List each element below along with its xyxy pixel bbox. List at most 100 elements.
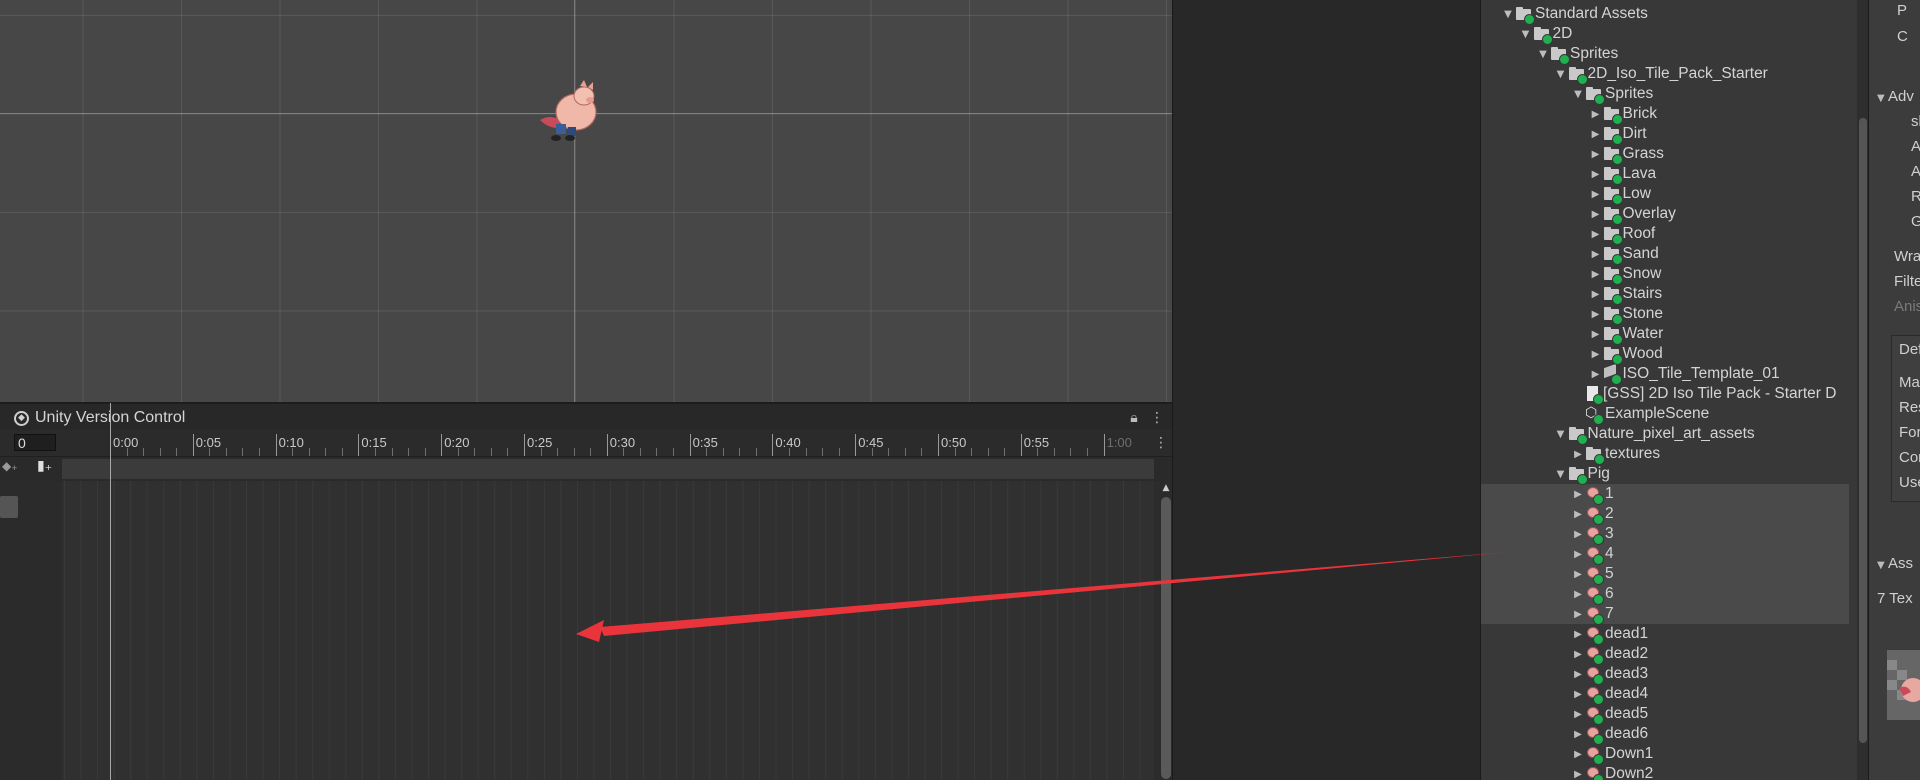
- tree-item[interactable]: ▶ ISO_Tile_Template_01: [1589, 363, 1780, 385]
- collapsed-arrow-icon[interactable]: ▶: [1571, 749, 1585, 760]
- add-property-button[interactable]: [0, 496, 18, 518]
- tree-item[interactable]: ▼ 2D_Iso_Tile_Pack_Starter: [1554, 64, 1768, 85]
- expanded-arrow-icon[interactable]: ▼: [1536, 49, 1550, 60]
- tree-item[interactable]: ▶ Down1: [1571, 744, 1653, 765]
- tree-item[interactable]: ▼ Pig: [1554, 464, 1610, 485]
- collapsed-arrow-icon[interactable]: ▶: [1571, 449, 1585, 460]
- tree-item[interactable]: ▶ 3: [1571, 524, 1614, 545]
- collapsed-arrow-icon[interactable]: ▶: [1571, 569, 1585, 580]
- expanded-arrow-icon[interactable]: ▼: [1519, 29, 1533, 40]
- add-event-icon[interactable]: ▮₊: [37, 458, 52, 474]
- dopesheet-area[interactable]: [62, 403, 1154, 780]
- collapsed-arrow-icon[interactable]: ▶: [1589, 109, 1603, 120]
- tree-item[interactable]: ▶ Lava: [1589, 164, 1656, 185]
- tree-item[interactable]: ▶ Sand: [1589, 244, 1659, 265]
- collapsed-arrow-icon[interactable]: ▶: [1571, 609, 1585, 620]
- kebab-menu-icon[interactable]: ⋮: [1148, 408, 1166, 428]
- version-control-tab[interactable]: ◆ Unity Version Control: [14, 404, 185, 432]
- tree-item[interactable]: ▶ Dirt: [1589, 124, 1647, 145]
- texture-preview[interactable]: [1887, 650, 1920, 720]
- tree-item[interactable]: ▶ 4: [1571, 544, 1614, 565]
- tree-item[interactable]: ▶ Snow: [1589, 264, 1661, 285]
- collapsed-arrow-icon[interactable]: ▶: [1571, 529, 1585, 540]
- collapsed-arrow-icon[interactable]: ▶: [1571, 669, 1585, 680]
- collapsed-arrow-icon[interactable]: ▶: [1589, 149, 1603, 160]
- tree-item[interactable]: ▼ Nature_pixel_art_assets: [1554, 424, 1755, 445]
- collapsed-arrow-icon[interactable]: ▶: [1589, 269, 1603, 280]
- lock-icon[interactable]: 🔒︎: [1125, 408, 1143, 428]
- tree-item-label: Stairs: [1622, 285, 1663, 302]
- timeline-menu-icon[interactable]: ⋮: [1152, 433, 1170, 453]
- tree-item[interactable]: ▶ 7: [1571, 604, 1614, 625]
- tree-item[interactable]: ▶ 6: [1571, 584, 1614, 605]
- tree-item[interactable]: ▶ dead3: [1571, 664, 1648, 685]
- scene-view[interactable]: [0, 0, 1172, 402]
- tree-item[interactable]: ▶ 1: [1571, 484, 1614, 505]
- keyframe-lane[interactable]: [62, 459, 1154, 479]
- default-tab[interactable]: Def: [1899, 341, 1920, 358]
- tree-item[interactable]: ▶ Brick: [1589, 104, 1657, 125]
- tree-item[interactable]: ▶ Low: [1589, 184, 1651, 205]
- tree-item-label: Standard Assets: [1535, 5, 1648, 22]
- tree-item[interactable]: ▶ dead4: [1571, 684, 1648, 705]
- tree-item[interactable]: ▶ Wood: [1589, 344, 1663, 365]
- collapsed-arrow-icon[interactable]: ▶: [1589, 289, 1603, 300]
- collapsed-arrow-icon[interactable]: ▶: [1589, 329, 1603, 340]
- collapsed-arrow-icon[interactable]: ▶: [1571, 509, 1585, 520]
- tree-item[interactable]: ▶ dead1: [1571, 624, 1648, 645]
- tree-item[interactable]: ▶ Roof: [1589, 224, 1655, 245]
- expanded-arrow-icon[interactable]: ▼: [1554, 469, 1568, 480]
- tree-item[interactable]: ▼ Sprites: [1571, 84, 1653, 105]
- tree-item[interactable]: ▶ Grass: [1589, 144, 1664, 165]
- playhead[interactable]: [110, 403, 111, 780]
- tree-item[interactable]: ▶ Overlay: [1589, 204, 1676, 225]
- expanded-arrow-icon[interactable]: ▼: [1501, 9, 1515, 20]
- collapsed-arrow-icon[interactable]: ▶: [1571, 549, 1585, 560]
- collapsed-arrow-icon[interactable]: ▶: [1589, 309, 1603, 320]
- tree-item[interactable]: [GSS] 2D Iso Tile Pack - Starter D: [1571, 384, 1836, 405]
- tree-item[interactable]: ▶ 5: [1571, 564, 1614, 585]
- collapsed-arrow-icon[interactable]: ▶: [1589, 209, 1603, 220]
- collapsed-arrow-icon[interactable]: ▶: [1571, 709, 1585, 720]
- tree-item[interactable]: ▶ Stone: [1589, 304, 1663, 325]
- collapsed-arrow-icon[interactable]: ▶: [1589, 229, 1603, 240]
- dopesheet-scrollbar[interactable]: ▲: [1160, 481, 1172, 780]
- collapsed-arrow-icon[interactable]: ▶: [1571, 589, 1585, 600]
- advanced-foldout[interactable]: ▼ Adv: [1877, 88, 1914, 105]
- scroll-up-icon[interactable]: ▲: [1160, 483, 1172, 495]
- tree-item[interactable]: ▼ 2D: [1519, 24, 1572, 45]
- frame-input[interactable]: 0: [14, 434, 56, 451]
- tree-item[interactable]: ⬡ ExampleScene: [1571, 404, 1709, 425]
- collapsed-arrow-icon[interactable]: ▶: [1589, 249, 1603, 260]
- tree-item[interactable]: ▶ textures: [1571, 444, 1660, 465]
- project-scrollbar-thumb[interactable]: [1859, 118, 1867, 743]
- collapsed-arrow-icon[interactable]: ▶: [1571, 729, 1585, 740]
- tree-item[interactable]: ▶ dead5: [1571, 704, 1648, 725]
- expanded-arrow-icon[interactable]: ▼: [1571, 89, 1585, 100]
- collapsed-arrow-icon[interactable]: ▶: [1571, 689, 1585, 700]
- scrollbar-thumb[interactable]: [1161, 497, 1171, 779]
- tree-item[interactable]: ▼ Sprites: [1536, 44, 1618, 65]
- collapsed-arrow-icon[interactable]: ▶: [1571, 489, 1585, 500]
- collapsed-arrow-icon[interactable]: ▶: [1571, 769, 1585, 780]
- pig-sprite[interactable]: [536, 78, 616, 148]
- expanded-arrow-icon[interactable]: ▼: [1554, 429, 1568, 440]
- collapsed-arrow-icon[interactable]: ▶: [1589, 189, 1603, 200]
- tree-item[interactable]: ▼ Standard Assets: [1501, 4, 1648, 25]
- assets-foldout[interactable]: ▼ Ass: [1877, 555, 1913, 572]
- expanded-arrow-icon[interactable]: ▼: [1554, 69, 1568, 80]
- timeline-ruler[interactable]: 0:00 0:05 0:10 0:15 0:20 0:25 0:30 0:35 0:40 0:45…: [110, 430, 1160, 456]
- collapsed-arrow-icon[interactable]: ▶: [1589, 129, 1603, 140]
- tree-item[interactable]: ▶ dead6: [1571, 724, 1648, 745]
- tree-item[interactable]: ▶ Water: [1589, 324, 1663, 345]
- tree-item[interactable]: ▶ dead2: [1571, 644, 1648, 665]
- collapsed-arrow-icon[interactable]: ▶: [1589, 369, 1603, 380]
- tree-item[interactable]: ▶ 2: [1571, 504, 1614, 525]
- collapsed-arrow-icon[interactable]: ▶: [1571, 649, 1585, 660]
- collapsed-arrow-icon[interactable]: ▶: [1589, 169, 1603, 180]
- collapsed-arrow-icon[interactable]: ▶: [1589, 349, 1603, 360]
- collapsed-arrow-icon[interactable]: ▶: [1571, 629, 1585, 640]
- tree-item[interactable]: ▶ Stairs: [1589, 284, 1663, 305]
- add-keyframe-icon[interactable]: ◆₊: [2, 459, 18, 473]
- tree-item[interactable]: ▶ Down2: [1571, 764, 1653, 780]
